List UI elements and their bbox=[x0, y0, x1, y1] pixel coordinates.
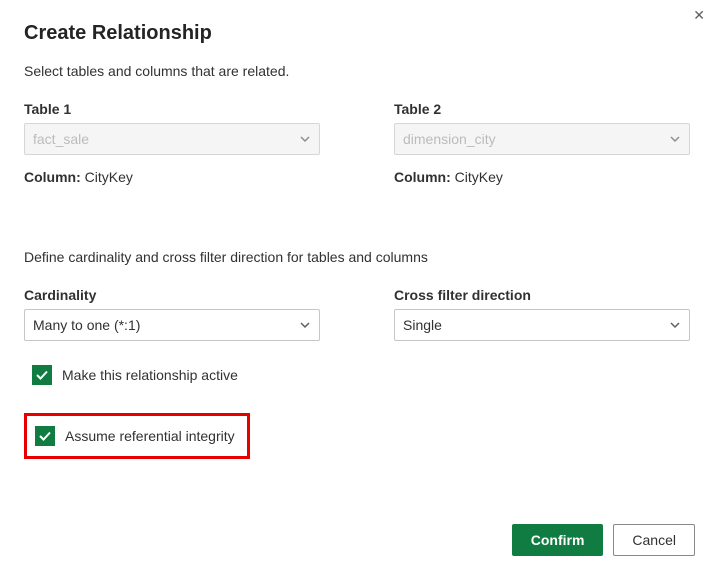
table2-column-value: CityKey bbox=[455, 169, 503, 185]
table1-section: Table 1 fact_sale Column: CityKey bbox=[24, 101, 320, 185]
table1-column-line: Column: CityKey bbox=[24, 169, 320, 185]
cardinality-description: Define cardinality and cross filter dire… bbox=[24, 249, 695, 265]
table2-select[interactable]: dimension_city bbox=[394, 123, 690, 155]
table1-label: Table 1 bbox=[24, 101, 320, 117]
cross-filter-label: Cross filter direction bbox=[394, 287, 690, 303]
table1-column-label: Column: bbox=[24, 169, 81, 185]
referential-integrity-checkbox[interactable] bbox=[35, 426, 55, 446]
dialog-title: Create Relationship bbox=[24, 22, 695, 45]
cross-filter-section: Cross filter direction Single bbox=[394, 287, 690, 341]
table2-column-label: Column: bbox=[394, 169, 451, 185]
table2-column-line: Column: CityKey bbox=[394, 169, 690, 185]
referential-integrity-label: Assume referential integrity bbox=[65, 428, 235, 444]
dialog-footer: Confirm Cancel bbox=[512, 524, 695, 556]
cardinality-select[interactable]: Many to one (*:1) bbox=[24, 309, 320, 341]
cardinality-section: Cardinality Many to one (*:1) bbox=[24, 287, 320, 341]
checkmark-icon bbox=[35, 368, 49, 382]
checkmark-icon bbox=[38, 429, 52, 443]
cardinality-label: Cardinality bbox=[24, 287, 320, 303]
make-active-checkbox[interactable] bbox=[32, 365, 52, 385]
close-icon[interactable]: ✕ bbox=[693, 8, 705, 22]
cross-filter-select[interactable]: Single bbox=[394, 309, 690, 341]
create-relationship-dialog: ✕ Create Relationship Select tables and … bbox=[0, 0, 719, 574]
cancel-button[interactable]: Cancel bbox=[613, 524, 695, 556]
table1-column-value: CityKey bbox=[85, 169, 133, 185]
make-active-label: Make this relationship active bbox=[62, 367, 238, 383]
referential-integrity-highlight: Assume referential integrity bbox=[24, 413, 250, 459]
confirm-button[interactable]: Confirm bbox=[512, 524, 604, 556]
dialog-subtitle: Select tables and columns that are relat… bbox=[24, 63, 695, 79]
table2-label: Table 2 bbox=[394, 101, 690, 117]
table2-section: Table 2 dimension_city Column: CityKey bbox=[394, 101, 690, 185]
table1-select[interactable]: fact_sale bbox=[24, 123, 320, 155]
